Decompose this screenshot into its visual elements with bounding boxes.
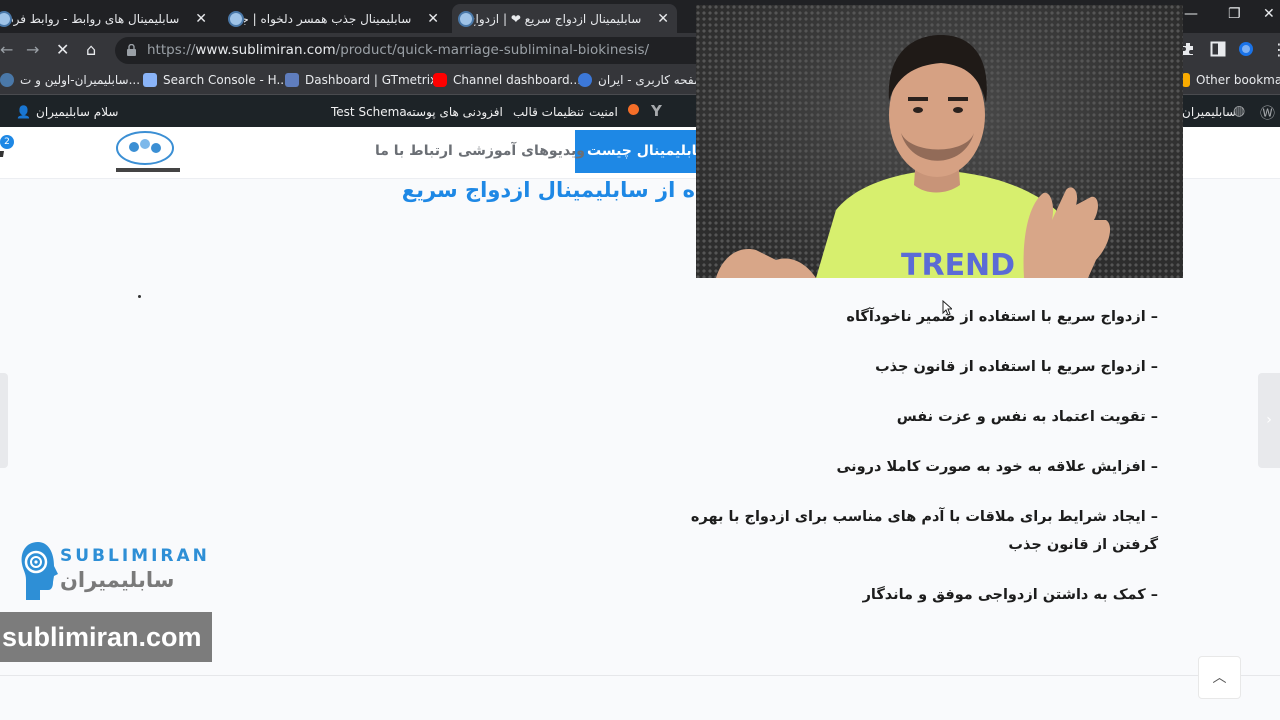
bookmark-favicon-icon (0, 73, 14, 87)
chevron-right-icon: › (1266, 412, 1272, 428)
chevron-up-icon: ︿ (1212, 670, 1227, 686)
list-item: – افزایش علاقه به خود به صورت کاملا درون… (836, 459, 1159, 475)
home-icon[interactable]: ⌂ (86, 40, 96, 59)
site-favicon-icon (0, 10, 12, 27)
nav-tutorial-videos[interactable]: ویدیوهای آموزشی (458, 143, 585, 159)
decorative-dot (138, 295, 141, 298)
site-home-icon[interactable]: ◍ (1233, 103, 1245, 119)
page-title: ه از سابلیمینال ازدواج سریع (401, 178, 695, 202)
bookmark-label: Channel dashboard... (453, 73, 582, 87)
admin-greeting[interactable]: سلام سابلیمیران (36, 105, 118, 119)
bookmark-label: سابلیمیران-اولین و ت... (20, 73, 141, 87)
forward-icon[interactable]: → (26, 40, 39, 59)
admin-test-schema[interactable]: Test Schema (331, 105, 407, 119)
close-icon[interactable]: ✕ (427, 11, 439, 27)
yoast-icon[interactable]: Y (651, 102, 662, 120)
profile-icon[interactable] (1238, 41, 1254, 57)
list-item: – ازدواج سریع با استفاده از قانون جذب (875, 359, 1158, 375)
admin-theme-addons[interactable]: افزودنی های پوسته (406, 105, 503, 119)
cart-count-badge: 2 (0, 135, 14, 149)
mouse-cursor-icon (942, 300, 952, 316)
url-path: /product/quick-marriage-subliminal-bioki… (335, 42, 650, 58)
site-favicon-icon (228, 10, 244, 27)
bookmark-label: Other bookmark (1196, 73, 1280, 87)
close-icon[interactable]: ✕ (657, 11, 669, 27)
bookmark-other[interactable]: Other bookmark (1182, 73, 1280, 87)
tab-label: سابلیمینال ازدواج سریع ❤ | ازدواج (474, 11, 642, 26)
site-favicon-icon (458, 10, 474, 27)
youtube-icon (433, 73, 447, 87)
shirt-text: TREND (901, 248, 1015, 278)
wordpress-icon[interactable]: Ⓦ (1260, 102, 1275, 123)
watermark-banner: sublimiran.com (0, 612, 212, 662)
brand-logo: SUBLIMIRAN سابلیمیران (18, 540, 207, 605)
bookmark-favicon-icon (143, 73, 157, 87)
nav-contact-us[interactable]: ارتباط با ما (375, 143, 453, 159)
presenter-video: TREND (696, 5, 1183, 278)
list-item: – کمک به داشتن ازدواجی موفق و ماندگار (862, 587, 1158, 603)
url-prefix: https:// (147, 42, 196, 58)
admin-site-name[interactable]: سابلیمیران (1182, 105, 1236, 119)
cart-icon (0, 151, 4, 157)
minimize-icon[interactable]: — (1184, 6, 1198, 22)
address-bar[interactable]: https://www.sublimiran.com/product/quick… (115, 37, 715, 64)
back-icon[interactable]: ← (0, 40, 13, 59)
window-close-icon[interactable]: ✕ (1263, 6, 1275, 22)
bookmark-favicon-icon (578, 73, 592, 87)
tab-label: سابلیمینال های روابط - روابط فردی (12, 11, 180, 26)
lock-icon (127, 44, 136, 56)
bookmark-favicon-icon (285, 73, 299, 87)
brand-name-fa: سابلیمیران (60, 568, 175, 592)
bookmark-sublimiran[interactable]: سابلیمیران-اولین و ت... (0, 73, 140, 87)
scroll-to-top-button[interactable]: ︿ (1198, 656, 1241, 699)
restore-icon[interactable]: ❐ (1228, 6, 1241, 22)
bookmark-search-console[interactable]: Search Console - H... (143, 73, 288, 87)
extensions-icon[interactable] (1181, 41, 1197, 57)
list-item: – ازدواج سریع با استفاده از ضمیر ناخودآگ… (846, 309, 1158, 325)
tab-attract-spouse[interactable]: ✕ سابلیمینال جذب همسر دلخواه | جذ (222, 4, 447, 33)
tab-label: سابلیمینال جذب همسر دلخواه | جذ (244, 11, 412, 26)
reading-list-icon[interactable] (1210, 41, 1226, 57)
presenter-figure: TREND (716, 35, 1111, 278)
bookmark-label: Dashboard | GTmetrix (305, 73, 438, 87)
tab-quick-marriage[interactable]: ✕ سابلیمینال ازدواج سریع ❤ | ازدواج (452, 4, 677, 33)
head-logo-icon (21, 542, 58, 600)
folder-icon (1182, 73, 1190, 87)
next-slide-handle[interactable]: › (1258, 373, 1280, 468)
list-item: – تقویت اعتماد به نفس و عزت نفس (896, 409, 1158, 425)
screen: ✕ سابلیمینال های روابط - روابط فردی ✕ سا… (0, 0, 1280, 720)
benefits-list: – ازدواج سریع با استفاده از ضمیر ناخودآگ… (670, 303, 1158, 631)
bookmark-label: Search Console - H... (163, 73, 288, 87)
tab-relationships[interactable]: ✕ سابلیمینال های روابط - روابط فردی (0, 4, 215, 33)
bookmark-gtmetrix[interactable]: Dashboard | GTmetrix (285, 73, 437, 87)
seo-status-dot[interactable] (628, 104, 639, 115)
url-host: www.sublimiran.com (195, 42, 336, 58)
admin-security[interactable]: امنیت (589, 105, 618, 119)
menu-kebab-icon[interactable]: ⋮ (1271, 40, 1280, 59)
admin-theme-settings[interactable]: تنظیمات قالب (513, 105, 584, 119)
list-item: – ایجاد شرایط برای ملاقات با آدم های منا… (690, 509, 1158, 553)
close-icon[interactable]: ✕ (195, 11, 207, 27)
divider (0, 675, 1280, 676)
prev-slide-handle[interactable] (0, 373, 8, 468)
bookmark-youtube[interactable]: Channel dashboard... (433, 73, 581, 87)
brand-name-en: SUBLIMIRAN (60, 546, 210, 566)
bookmark-user-page[interactable]: صفحه کاربری - ایران... (578, 73, 716, 87)
stop-icon[interactable]: ✕ (56, 40, 69, 59)
site-logo[interactable] (112, 130, 182, 176)
user-avatar-icon[interactable]: 👤 (16, 105, 31, 119)
